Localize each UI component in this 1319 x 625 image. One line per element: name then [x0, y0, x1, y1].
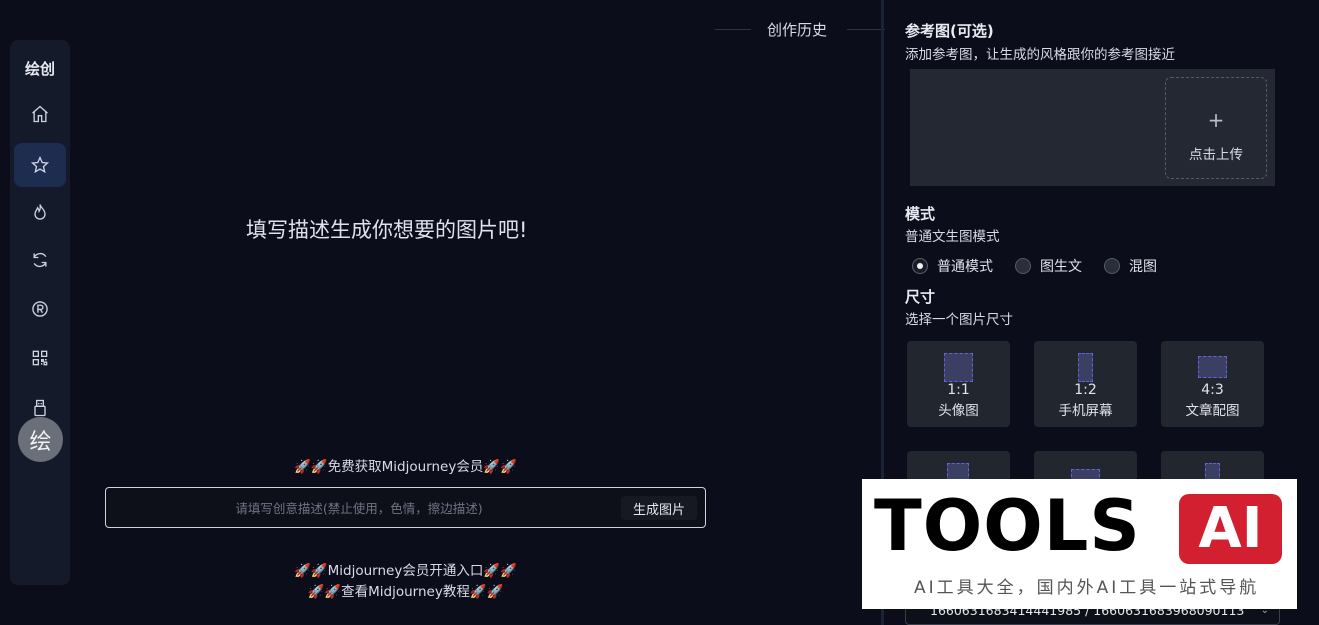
sidebar-item-home[interactable]: [14, 92, 66, 136]
history-divider-left: [715, 29, 751, 30]
mode-radio-normal[interactable]: 普通模式: [912, 256, 993, 276]
size-name: 文章配图: [1185, 403, 1240, 419]
sidebar-item-qrcode[interactable]: [14, 336, 66, 380]
history-header: 创作历史: [715, 18, 885, 40]
size-ratio: 4:3: [1201, 382, 1224, 398]
size-option-1-2[interactable]: 1:2 手机屏幕: [1034, 341, 1137, 427]
size-title: 尺寸: [905, 288, 936, 306]
mode-radio-label: 普通模式: [937, 259, 993, 275]
avatar[interactable]: 绘: [18, 417, 63, 462]
upload-label: 点击上传: [1189, 147, 1243, 163]
membership-entry-link[interactable]: 🚀🚀Midjourney会员开通入口🚀🚀: [105, 559, 706, 579]
square-ratio-icon: [944, 353, 973, 382]
flame-icon: [34, 204, 46, 220]
size-name: 头像图: [938, 403, 979, 419]
prompt-box: 生成图片: [105, 487, 706, 528]
landscape-ratio-icon: [1198, 356, 1227, 378]
sidebar-item-refresh[interactable]: [14, 238, 66, 282]
size-option-4-3[interactable]: 4:3 文章配图: [1161, 341, 1264, 427]
reference-title: 参考图(可选): [905, 22, 994, 40]
mode-radio-blend[interactable]: 混图: [1104, 256, 1157, 276]
generate-button[interactable]: 生成图片: [621, 496, 697, 520]
reference-subtitle: 添加参考图，让生成的风格跟你的参考图接近: [905, 47, 1175, 63]
mode-title: 模式: [905, 205, 936, 223]
history-title[interactable]: 创作历史: [767, 19, 827, 40]
mode-radio-label: 混图: [1129, 259, 1157, 275]
registered-icon: [32, 301, 48, 317]
home-icon: [32, 105, 48, 123]
sidebar: 绘创 绘: [10, 40, 70, 585]
star-icon: [30, 155, 50, 174]
size-subtitle: 选择一个图片尺寸: [905, 312, 1013, 328]
refresh-icon: [33, 252, 47, 268]
watermark-brand: TOOLS: [874, 485, 1141, 567]
size-ratio: 1:1: [947, 382, 970, 398]
usb-icon: [34, 399, 46, 417]
empty-state-hint: 填写描述生成你想要的图片吧!: [246, 218, 528, 242]
watermark-ai-badge: AI: [1179, 494, 1282, 564]
radio-unchecked-icon: [1104, 258, 1120, 274]
tutorial-link[interactable]: 🚀🚀查看Midjourney教程🚀🚀: [105, 580, 706, 600]
sidebar-title: 绘创: [24, 60, 55, 78]
radio-unchecked-icon: [1015, 258, 1031, 274]
mode-radio-group: 普通模式 图生文 混图: [912, 257, 1179, 275]
tools-ai-watermark: TOOLS AI AI工具大全，国内外AI工具一站式导航: [862, 479, 1297, 609]
size-name: 手机屏幕: [1058, 403, 1113, 419]
size-ratio: 1:2: [1074, 382, 1097, 398]
qrcode-icon: [32, 350, 48, 366]
mode-subtitle: 普通文生图模式: [905, 229, 1000, 245]
sidebar-item-hot[interactable]: [14, 190, 66, 234]
history-divider-right: [847, 29, 885, 30]
free-membership-link[interactable]: 🚀🚀免费获取Midjourney会员🚀🚀: [105, 455, 706, 475]
portrait-ratio-icon: [1078, 353, 1093, 382]
watermark-slogan: AI工具大全，国内外AI工具一站式导航: [914, 578, 1260, 598]
prompt-input[interactable]: [114, 494, 604, 522]
mode-radio-label: 图生文: [1040, 259, 1082, 275]
plus-icon: +: [1207, 108, 1225, 132]
reference-drop-area: + 点击上传: [910, 69, 1275, 186]
size-option-1-1[interactable]: 1:1 头像图: [907, 341, 1010, 427]
sidebar-item-star[interactable]: [14, 143, 66, 187]
upload-button[interactable]: + 点击上传: [1165, 77, 1267, 179]
sidebar-item-registered[interactable]: [14, 287, 66, 331]
radio-checked-icon: [912, 258, 928, 274]
mode-radio-img2text[interactable]: 图生文: [1015, 256, 1082, 276]
